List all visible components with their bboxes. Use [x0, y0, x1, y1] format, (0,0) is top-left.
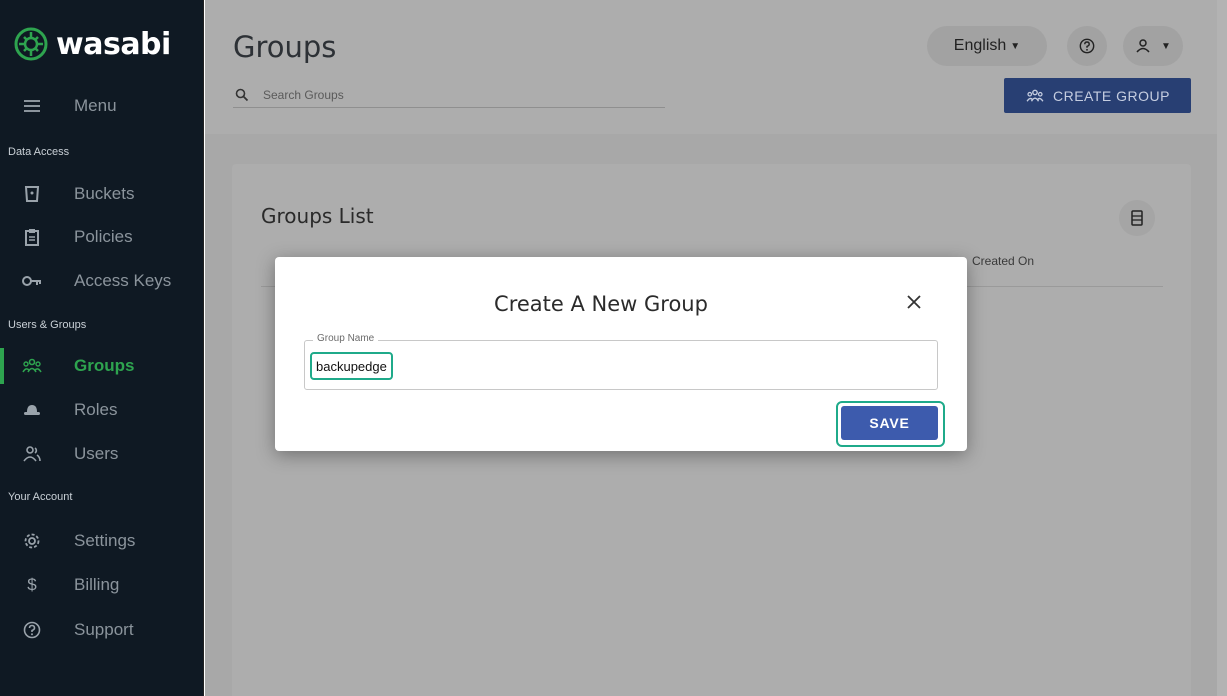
dialog-title: Create A New Group — [494, 292, 708, 316]
menu-toggle[interactable]: Menu — [0, 86, 204, 126]
group-icon — [1026, 89, 1044, 102]
create-group-button[interactable]: CREATE GROUP — [1004, 78, 1191, 113]
sidebar-item-groups[interactable]: Groups — [0, 346, 204, 386]
section-your-account: Your Account — [8, 491, 73, 503]
sidebar-item-label: Settings — [74, 531, 136, 550]
column-settings-button[interactable] — [1119, 200, 1155, 236]
page-scrollbar[interactable] — [1217, 0, 1227, 696]
gear-icon — [22, 531, 42, 551]
chevron-down-icon: ▼ — [1010, 40, 1021, 52]
bucket-icon — [22, 184, 42, 204]
hamburger-icon — [22, 96, 42, 116]
user-menu-button[interactable]: ▼ — [1123, 26, 1183, 66]
column-header-created-on[interactable]: Created On — [972, 254, 1034, 268]
chevron-down-icon: ▼ — [1161, 40, 1171, 52]
sidebar-item-roles[interactable]: Roles — [0, 390, 204, 430]
sidebar-item-label: Buckets — [74, 184, 135, 203]
group-name-label: Group Name — [313, 333, 379, 344]
brand-name: wasabi — [56, 26, 171, 62]
save-button[interactable]: SAVE — [841, 406, 938, 440]
sidebar-item-settings[interactable]: Settings — [0, 521, 204, 561]
group-icon — [22, 356, 42, 376]
dollar-icon: $ — [27, 575, 37, 594]
sidebar-item-users[interactable]: Users — [0, 434, 204, 474]
sidebar-item-buckets[interactable]: Buckets — [0, 174, 204, 214]
sidebar-item-access-keys[interactable]: Access Keys — [0, 261, 204, 301]
users-icon — [22, 444, 42, 464]
wasabi-logo[interactable]: wasabi — [14, 22, 171, 66]
search-bar — [233, 82, 665, 108]
user-icon — [1136, 39, 1150, 53]
sidebar-item-label: Policies — [74, 227, 133, 246]
create-group-dialog: Create A New Group Group Name backupedge… — [275, 257, 967, 451]
language-label: English — [953, 37, 1007, 54]
search-icon — [235, 88, 249, 101]
card-title: Groups List — [261, 204, 374, 228]
sidebar-item-label: Groups — [74, 356, 135, 375]
help-icon — [1079, 38, 1095, 54]
key-icon — [22, 271, 42, 291]
sidebar-item-label: Support — [74, 620, 134, 639]
section-data-access: Data Access — [8, 146, 70, 158]
section-users-groups: Users & Groups — [8, 319, 87, 331]
create-group-label: CREATE GROUP — [1053, 87, 1170, 104]
search-input[interactable] — [263, 87, 643, 102]
sidebar-item-billing[interactable]: $ Billing — [0, 565, 204, 605]
columns-icon — [1131, 210, 1143, 226]
group-name-field[interactable]: Group Name backupedge — [304, 333, 938, 390]
help-icon — [22, 620, 42, 640]
sidebar-item-label: Users — [74, 444, 119, 463]
menu-label: Menu — [74, 96, 117, 115]
sidebar-item-label: Access Keys — [74, 271, 172, 290]
sidebar-item-support[interactable]: Support — [0, 610, 204, 650]
language-selector[interactable]: English ▼ — [927, 26, 1047, 66]
group-name-input[interactable]: backupedge — [310, 352, 393, 380]
help-button[interactable] — [1067, 26, 1107, 66]
sidebar: wasabi Menu Data Access Buckets Policies… — [0, 0, 204, 696]
sidebar-item-label: Roles — [74, 400, 118, 419]
clipboard-icon — [22, 227, 42, 247]
sidebar-item-label: Billing — [74, 575, 120, 594]
hat-icon — [22, 400, 42, 420]
close-icon — [907, 295, 921, 309]
sidebar-item-policies[interactable]: Policies — [0, 217, 204, 257]
page-title: Groups — [233, 30, 337, 64]
wasabi-logo-icon — [14, 27, 48, 61]
page-header: Groups English ▼ ▼ CREATE GROUP — [205, 0, 1217, 134]
close-button[interactable] — [903, 291, 925, 313]
